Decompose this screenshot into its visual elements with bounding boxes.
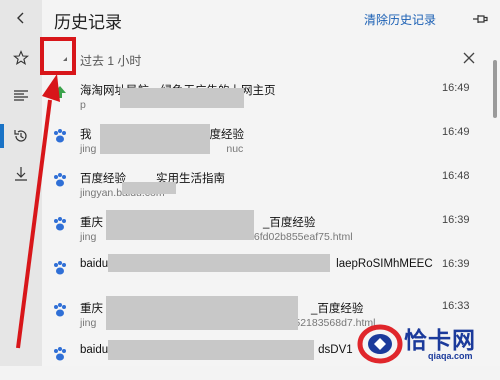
paw-icon	[54, 217, 66, 231]
redaction	[106, 210, 254, 240]
reading-list-icon	[14, 90, 28, 101]
paw-icon	[54, 347, 66, 361]
time-group-label: 过去 1 小时	[80, 54, 142, 68]
collapse-group-button[interactable]	[54, 48, 76, 70]
entry-time: 16:49	[442, 126, 470, 138]
redaction	[108, 340, 314, 360]
redaction	[122, 182, 176, 194]
entry-time: 16:39	[442, 258, 470, 270]
paw-icon	[54, 129, 66, 143]
triangle-collapse-icon	[63, 57, 67, 61]
page-title: 历史记录	[54, 13, 122, 32]
chevron-left-icon	[17, 12, 24, 24]
star-icon	[13, 50, 29, 66]
redaction	[100, 124, 210, 154]
watermark-domain: qiaqa.com	[428, 351, 473, 361]
entry-url: p	[80, 99, 86, 111]
history-entry[interactable]: 百度经验实用生活指南 jingyan.baidu.com 16:48	[42, 166, 490, 206]
clear-history-link[interactable]: 清除历史记录	[364, 11, 436, 28]
downloads-button[interactable]	[0, 156, 42, 192]
close-icon	[463, 52, 475, 64]
watermark-brand: 恰卡网	[404, 327, 476, 353]
download-icon	[15, 167, 27, 181]
left-rail	[0, 0, 42, 366]
redaction	[106, 296, 298, 330]
entry-time: 16:48	[442, 170, 470, 182]
history-button[interactable]	[0, 118, 42, 154]
delete-group-button[interactable]	[460, 49, 478, 67]
scrollbar[interactable]	[493, 60, 497, 118]
redaction	[120, 88, 244, 108]
back-button[interactable]	[0, 0, 42, 36]
history-entry[interactable]: 我度经验 jing nuc 16:49	[42, 122, 490, 162]
redaction	[108, 254, 330, 272]
history-entry[interactable]: 海淘网址导航，绿色无广告的上网主页 p 16:49	[42, 78, 490, 118]
green-arrow-icon	[54, 86, 66, 98]
entry-time: 16:33	[442, 300, 470, 312]
time-group-header: 过去 1 小时	[42, 44, 500, 74]
paw-icon	[54, 303, 66, 317]
paw-icon	[54, 173, 66, 187]
panel-header: 历史记录 清除历史记录	[42, 0, 500, 38]
pin-icon	[473, 15, 488, 23]
history-entry[interactable]: 重庆 _百度经验 jing 8656fd02b855eaf75.html 16:39	[42, 210, 490, 250]
favorites-button[interactable]	[0, 40, 42, 76]
history-icon	[14, 130, 27, 142]
reading-list-button[interactable]	[0, 78, 42, 114]
paw-icon	[54, 261, 66, 275]
pin-button[interactable]	[470, 9, 490, 29]
entry-time: 16:39	[442, 214, 470, 226]
entry-time: 16:49	[442, 82, 470, 94]
history-entry[interactable]: baidu laepRoSIMhMEEC 16:39	[42, 254, 490, 294]
history-panel: 历史记录 清除历史记录 过去 1 小时 海淘网址导航，绿色无广告的上网主页 p …	[42, 0, 500, 366]
